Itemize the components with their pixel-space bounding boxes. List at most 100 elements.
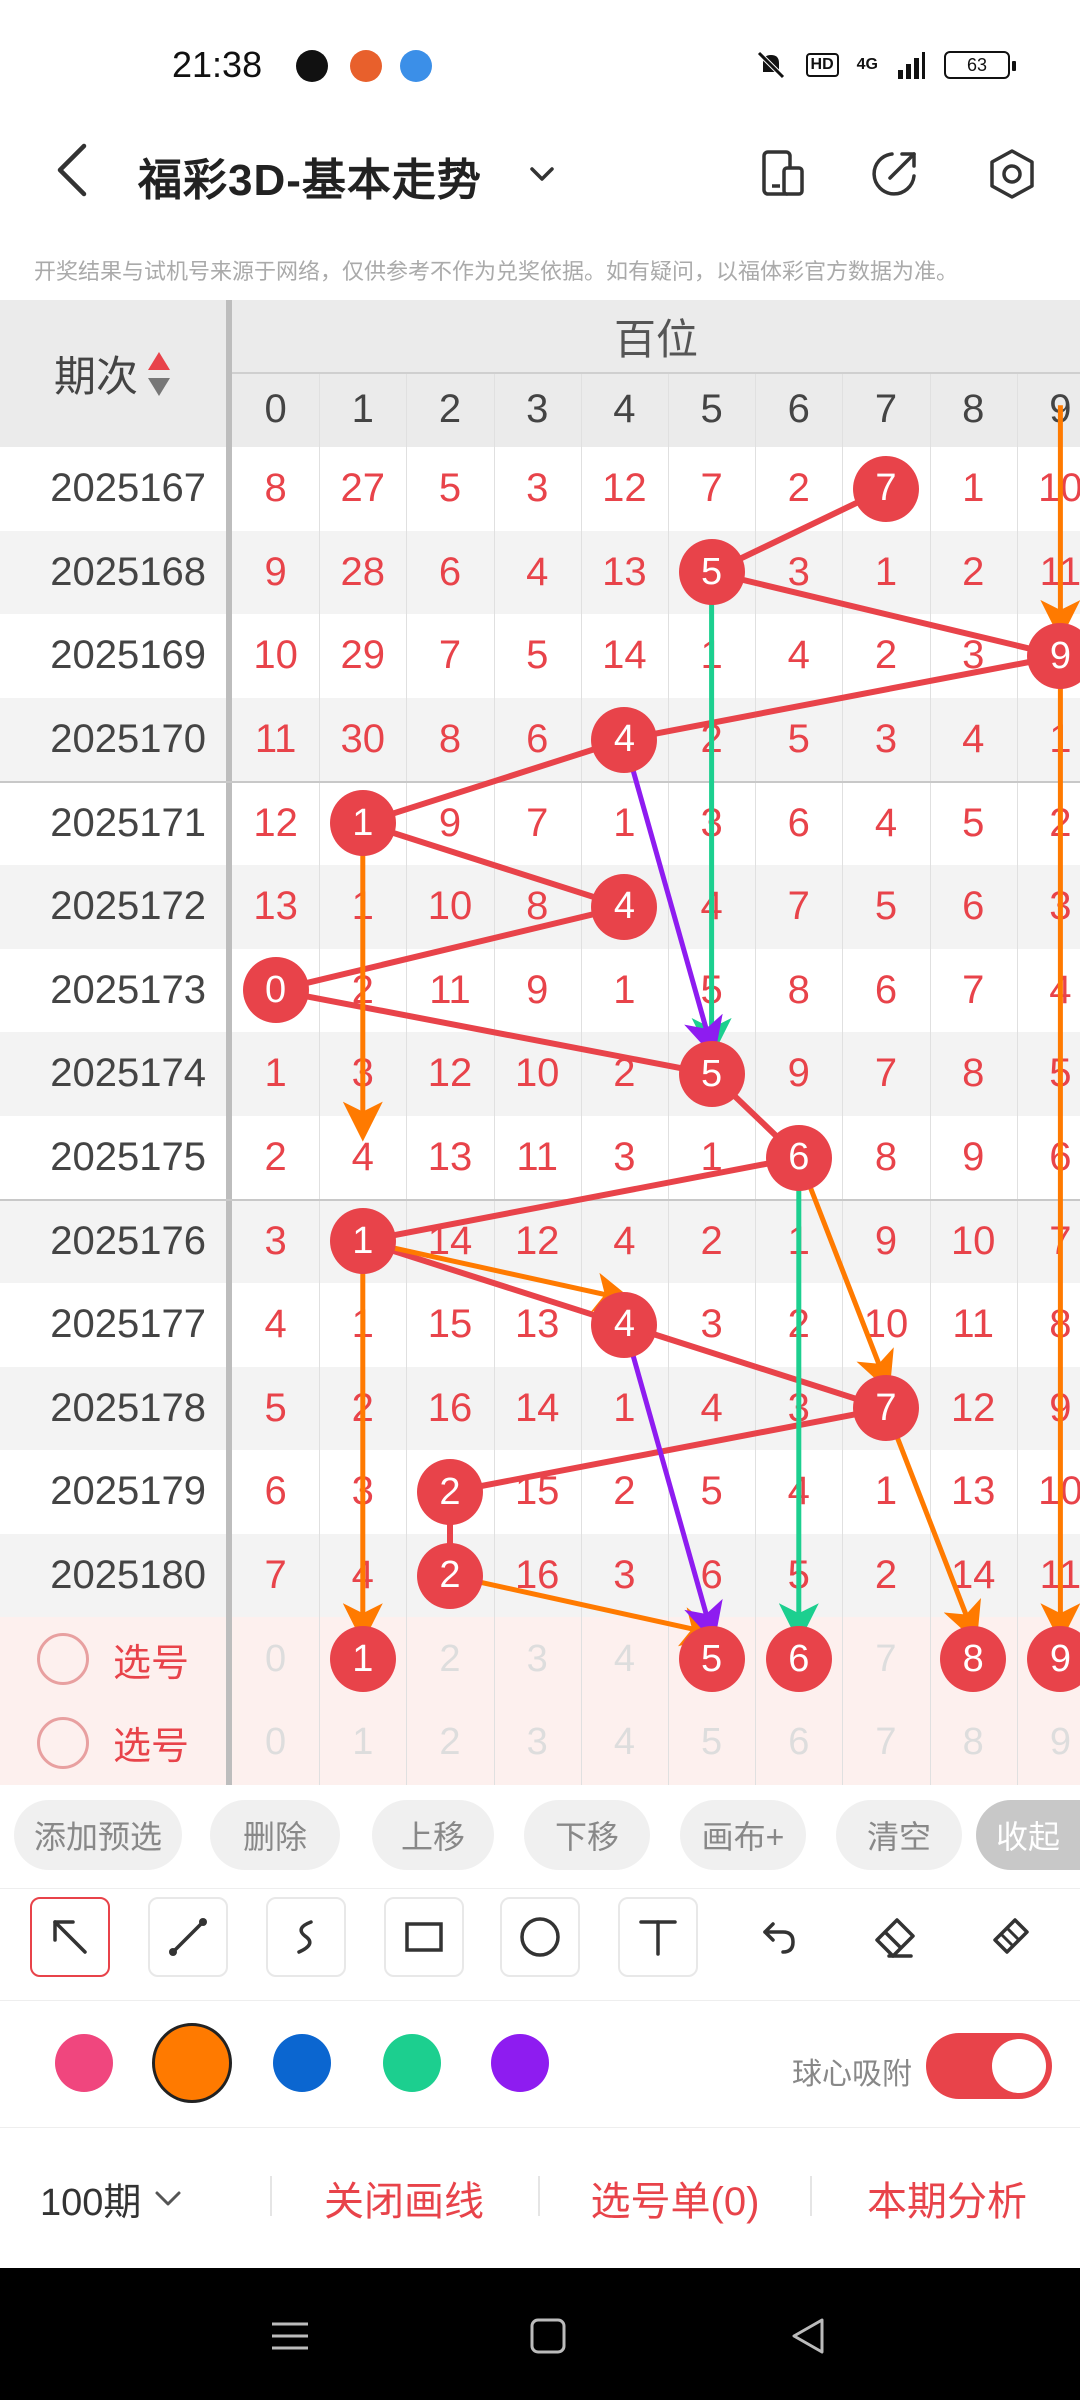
toggle-knob [992, 2039, 1046, 2093]
page-title[interactable]: 福彩3D-基本走势 [138, 144, 482, 208]
period-cell: 2025167 [50, 466, 206, 511]
miss-value: 16 [514, 1553, 560, 1598]
selection-cell[interactable]: 0 [232, 1701, 319, 1785]
text-icon [639, 1920, 677, 1956]
drawing-tools [0, 1888, 1080, 1998]
period-cell: 2025169 [50, 633, 206, 678]
text-tool[interactable] [618, 1897, 698, 1977]
selection-cell[interactable]: 0 [232, 1617, 319, 1701]
miss-value: 1 [264, 1051, 287, 1096]
selection-cell[interactable]: 6 [755, 1701, 842, 1785]
selection-cell[interactable]: 2 [406, 1701, 493, 1785]
status-time: 21:38 [172, 44, 263, 85]
hit-ball: 1 [329, 790, 396, 857]
selected-ball[interactable]: 1 [329, 1626, 396, 1693]
collapse-button[interactable]: 收起 [976, 1800, 1080, 1870]
miss-value: 7 [962, 967, 985, 1012]
move-down-button[interactable]: 下移 [524, 1800, 650, 1870]
separator [270, 2176, 272, 2216]
selection-cell[interactable]: 5 [668, 1701, 755, 1785]
select-tool[interactable] [30, 1897, 110, 1977]
circle-tool[interactable] [500, 1897, 580, 1977]
selection-cell[interactable]: 7 [842, 1617, 929, 1701]
hit-ball: 1 [329, 1208, 396, 1275]
selection-cell[interactable]: 4 [581, 1617, 668, 1701]
selection-cell[interactable]: 2 [406, 1617, 493, 1701]
rectangle-tool[interactable] [384, 1897, 464, 1977]
share-icon[interactable] [866, 146, 922, 202]
miss-value: 14 [602, 633, 647, 678]
period-select[interactable]: 100期 [40, 2128, 240, 2268]
selection-cell[interactable]: 9 [1017, 1701, 1080, 1785]
color-swatch[interactable] [55, 2034, 113, 2092]
chevron-down-icon[interactable] [524, 156, 560, 192]
eraser-tool[interactable] [854, 1897, 934, 1977]
period-header[interactable]: 期次 [0, 300, 226, 447]
selection-cell[interactable]: 1 [319, 1701, 406, 1785]
menu-icon[interactable] [266, 2312, 314, 2360]
color-swatch[interactable] [152, 2023, 232, 2103]
miss-value: 4 [1049, 967, 1072, 1012]
miss-value: 8 [962, 1051, 985, 1096]
miss-value: 3 [962, 633, 985, 678]
selection-cell[interactable]: 8 [930, 1701, 1017, 1785]
clear-button[interactable]: 清空 [836, 1800, 962, 1870]
separator [538, 2176, 540, 2216]
color-swatch[interactable] [491, 2034, 549, 2092]
miss-value: 4 [787, 633, 810, 678]
back-icon[interactable] [50, 140, 100, 200]
close-lines-button[interactable]: 关闭画线 [274, 2128, 534, 2268]
snap-toggle[interactable] [926, 2033, 1052, 2099]
analysis-button[interactable]: 本期分析 [814, 2128, 1080, 2268]
period-select-label: 100期 [40, 2181, 142, 2224]
action-row: 添加预选 删除 上移 下移 画布+ 清空 收起 [0, 1790, 1080, 1880]
hit-ball: 2 [417, 1459, 483, 1525]
curve-tool[interactable] [266, 1897, 346, 1977]
miss-value: 30 [340, 717, 386, 762]
color-swatch[interactable] [383, 2034, 441, 2092]
miss-value: 1 [874, 1469, 898, 1514]
miss-value: 3 [351, 1051, 374, 1096]
column-header: 7 [874, 387, 898, 431]
settings-icon[interactable] [984, 146, 1040, 202]
selection-cell[interactable]: 7 [842, 1701, 929, 1785]
miss-value: 3 [613, 1553, 636, 1598]
selected-ball[interactable]: 5 [678, 1626, 745, 1693]
undo-tool[interactable] [736, 1897, 816, 1977]
period-cell: 2025176 [50, 1218, 206, 1263]
line-tool[interactable] [148, 1897, 228, 1977]
miss-value: 8 [264, 466, 287, 511]
period-cell: 2025177 [50, 1302, 206, 1347]
miss-value: 4 [526, 549, 549, 594]
radio-circle-icon[interactable] [36, 1633, 89, 1686]
sort-icon[interactable] [146, 350, 172, 398]
miss-value: 1 [351, 1302, 374, 1347]
selection-cell[interactable]: 3 [494, 1701, 581, 1785]
selection-row-label[interactable]: 选号 [0, 1617, 226, 1701]
selected-ball[interactable]: 6 [765, 1626, 832, 1693]
color-swatch[interactable] [273, 2034, 331, 2092]
miss-value: 3 [351, 1469, 374, 1514]
selection-row-label[interactable]: 选号 [0, 1701, 226, 1785]
column-header: 1 [351, 387, 374, 431]
hit-ball: 0 [242, 957, 309, 1024]
miss-value: 4 [962, 717, 985, 762]
miss-value: 12 [950, 1385, 996, 1430]
phone-chart-icon[interactable] [754, 146, 810, 202]
selection-list-button[interactable]: 选号单(0) [542, 2128, 808, 2268]
home-icon[interactable] [524, 2312, 572, 2360]
battery-icon: 63 [944, 51, 1016, 79]
back-nav-icon[interactable] [784, 2312, 832, 2360]
add-preselect-button[interactable]: 添加预选 [14, 1800, 182, 1870]
selection-cell[interactable]: 3 [494, 1617, 581, 1701]
delete-button[interactable]: 删除 [210, 1800, 340, 1870]
canvas-plus-button[interactable]: 画布+ [680, 1800, 806, 1870]
brush-tool[interactable] [970, 1897, 1050, 1977]
miss-value: 9 [787, 1051, 810, 1096]
selected-ball[interactable]: 8 [940, 1626, 1007, 1693]
miss-value: 13 [950, 1469, 996, 1514]
radio-circle-icon[interactable] [36, 1716, 89, 1769]
miss-value: 1 [874, 549, 898, 594]
selection-cell[interactable]: 4 [581, 1701, 668, 1785]
move-up-button[interactable]: 上移 [372, 1800, 494, 1870]
